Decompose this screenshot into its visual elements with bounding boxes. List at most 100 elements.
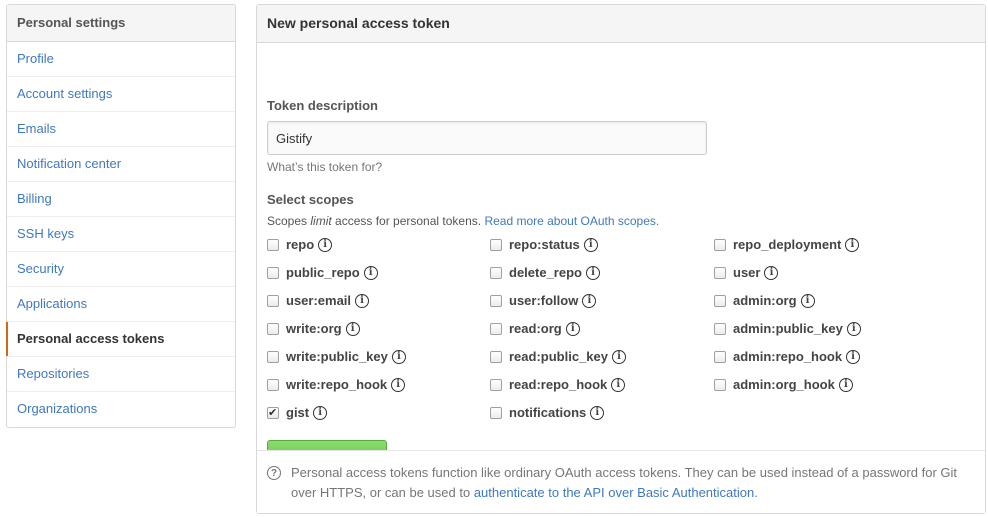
scope-repo-deployment[interactable]: repo_deployment i: [714, 236, 860, 254]
info-icon[interactable]: i: [565, 322, 580, 336]
info-icon[interactable]: i: [391, 378, 406, 392]
scope-checkbox-write-org[interactable]: [267, 323, 279, 335]
scope-write-public-key[interactable]: write:public_key i: [267, 348, 406, 366]
scope-checkbox-public-repo[interactable]: [267, 267, 279, 279]
scopes-note-prefix: Scopes: [267, 214, 311, 228]
scope-repo-status[interactable]: repo:status i: [490, 236, 598, 254]
scope-read-repo-hook[interactable]: read:repo_hook i: [490, 376, 626, 394]
question-icon: ?: [267, 466, 281, 480]
info-icon[interactable]: i: [391, 350, 406, 364]
basic-auth-link[interactable]: authenticate to the API over Basic Authe…: [474, 485, 754, 500]
info-icon[interactable]: i: [846, 350, 861, 364]
scope-label-read-public-key: read:public_key: [509, 349, 608, 364]
sidebar-item-personal-access-tokens[interactable]: Personal access tokens: [6, 322, 235, 357]
sidebar-item-billing[interactable]: Billing: [7, 182, 235, 217]
scope-label-gist: gist: [286, 405, 310, 420]
scope-admin-public-key[interactable]: admin:public_key i: [714, 320, 861, 338]
scope-checkbox-admin-public-key[interactable]: [714, 323, 726, 335]
oauth-scopes-link[interactable]: Read more about OAuth scopes.: [484, 214, 659, 228]
scope-write-org[interactable]: write:org i: [267, 320, 360, 338]
scope-read-org[interactable]: read:org i: [490, 320, 580, 338]
scope-checkbox-repo-status[interactable]: [490, 239, 502, 251]
scope-checkbox-read-public-key[interactable]: [490, 351, 502, 363]
sidebar-item-ssh-keys[interactable]: SSH keys: [7, 217, 235, 252]
sidebar-item-security[interactable]: Security: [7, 252, 235, 287]
sidebar-item-notification-center[interactable]: Notification center: [7, 147, 235, 182]
scope-label-write-repo-hook: write:repo_hook: [286, 377, 388, 392]
sidebar-item-repositories[interactable]: Repositories: [7, 357, 235, 392]
select-scopes-label: Select scopes: [267, 192, 354, 207]
scope-label-user-follow: user:follow: [509, 293, 579, 308]
info-icon[interactable]: i: [611, 378, 626, 392]
scope-user-follow[interactable]: user:follow i: [490, 292, 597, 310]
scopes-note-emphasis: limit: [310, 214, 332, 228]
sidebar-item-applications[interactable]: Applications: [7, 287, 235, 322]
scope-checkbox-write-public-key[interactable]: [267, 351, 279, 363]
scope-label-user-email: user:email: [286, 293, 352, 308]
scope-label-write-org: write:org: [286, 321, 342, 336]
scope-label-admin-org-hook: admin:org_hook: [733, 377, 835, 392]
info-icon[interactable]: i: [345, 322, 360, 336]
scopes-note-suffix: access for personal tokens.: [331, 214, 485, 228]
sidebar-item-profile[interactable]: Profile: [7, 42, 235, 77]
scope-read-public-key[interactable]: read:public_key i: [490, 348, 626, 366]
info-icon[interactable]: i: [585, 266, 600, 280]
scope-admin-org[interactable]: admin:org i: [714, 292, 815, 310]
scope-label-delete-repo: delete_repo: [509, 265, 582, 280]
info-icon[interactable]: i: [363, 266, 378, 280]
footer-period: .: [754, 485, 758, 500]
scope-checkbox-admin-org-hook[interactable]: [714, 379, 726, 391]
footer-text: Personal access tokens function like ord…: [291, 463, 971, 503]
scope-checkbox-admin-repo-hook[interactable]: [714, 351, 726, 363]
info-icon[interactable]: i: [313, 406, 328, 420]
scope-label-repo-status: repo:status: [509, 237, 580, 252]
info-icon[interactable]: i: [764, 266, 779, 280]
scope-repo[interactable]: repo i: [267, 236, 333, 254]
scope-delete-repo[interactable]: delete_repo i: [490, 264, 600, 282]
scope-checkbox-admin-org[interactable]: [714, 295, 726, 307]
info-icon[interactable]: i: [845, 238, 860, 252]
scope-checkbox-delete-repo[interactable]: [490, 267, 502, 279]
scope-checkbox-read-org[interactable]: [490, 323, 502, 335]
scope-checkbox-write-repo-hook[interactable]: [267, 379, 279, 391]
info-icon[interactable]: i: [612, 350, 626, 364]
scope-gist[interactable]: gisti: [267, 404, 328, 422]
info-icon[interactable]: i: [838, 378, 853, 392]
scope-label-read-repo-hook: read:repo_hook: [509, 377, 608, 392]
scope-checkbox-repo-deployment[interactable]: [714, 239, 726, 251]
scope-checkbox-repo[interactable]: [267, 239, 279, 251]
scope-label-admin-public-key: admin:public_key: [733, 321, 843, 336]
info-icon[interactable]: i: [846, 322, 861, 336]
sidebar-item-account-settings[interactable]: Account settings: [7, 77, 235, 112]
info-icon[interactable]: i: [590, 406, 605, 420]
scope-checkbox-user[interactable]: [714, 267, 726, 279]
scope-admin-org-hook[interactable]: admin:org_hook i: [714, 376, 853, 394]
scope-label-admin-repo-hook: admin:repo_hook: [733, 349, 843, 364]
info-icon[interactable]: i: [318, 238, 333, 252]
scope-user[interactable]: user i: [714, 264, 779, 282]
scope-checkbox-read-repo-hook[interactable]: [490, 379, 502, 391]
scope-user-email[interactable]: user:email i: [267, 292, 370, 310]
page-title: New personal access token: [257, 5, 985, 43]
scope-public-repo[interactable]: public_repo i: [267, 264, 378, 282]
scope-notifications[interactable]: notifications i: [490, 404, 605, 422]
sidebar-item-organizations[interactable]: Organizations: [7, 392, 235, 427]
scope-checkbox-user-follow[interactable]: [490, 295, 502, 307]
scope-label-public-repo: public_repo: [286, 265, 360, 280]
info-icon[interactable]: i: [800, 294, 815, 308]
scope-label-user: user: [733, 265, 761, 280]
sidebar-item-emails[interactable]: Emails: [7, 112, 235, 147]
scope-checkbox-notifications[interactable]: [490, 407, 502, 419]
scope-write-repo-hook[interactable]: write:repo_hook i: [267, 376, 406, 394]
token-description-note: What’s this token for?: [267, 160, 383, 174]
sidebar-title: Personal settings: [7, 5, 235, 42]
scope-checkbox-user-email[interactable]: [267, 295, 279, 307]
info-icon[interactable]: i: [583, 238, 598, 252]
scope-label-repo: repo: [286, 237, 315, 252]
scope-admin-repo-hook[interactable]: admin:repo_hook i: [714, 348, 861, 366]
scope-label-notifications: notifications: [509, 405, 587, 420]
scope-checkbox-gist[interactable]: [267, 404, 279, 422]
info-icon[interactable]: i: [582, 294, 597, 308]
token-description-input[interactable]: [267, 121, 707, 155]
info-icon[interactable]: i: [355, 294, 370, 308]
